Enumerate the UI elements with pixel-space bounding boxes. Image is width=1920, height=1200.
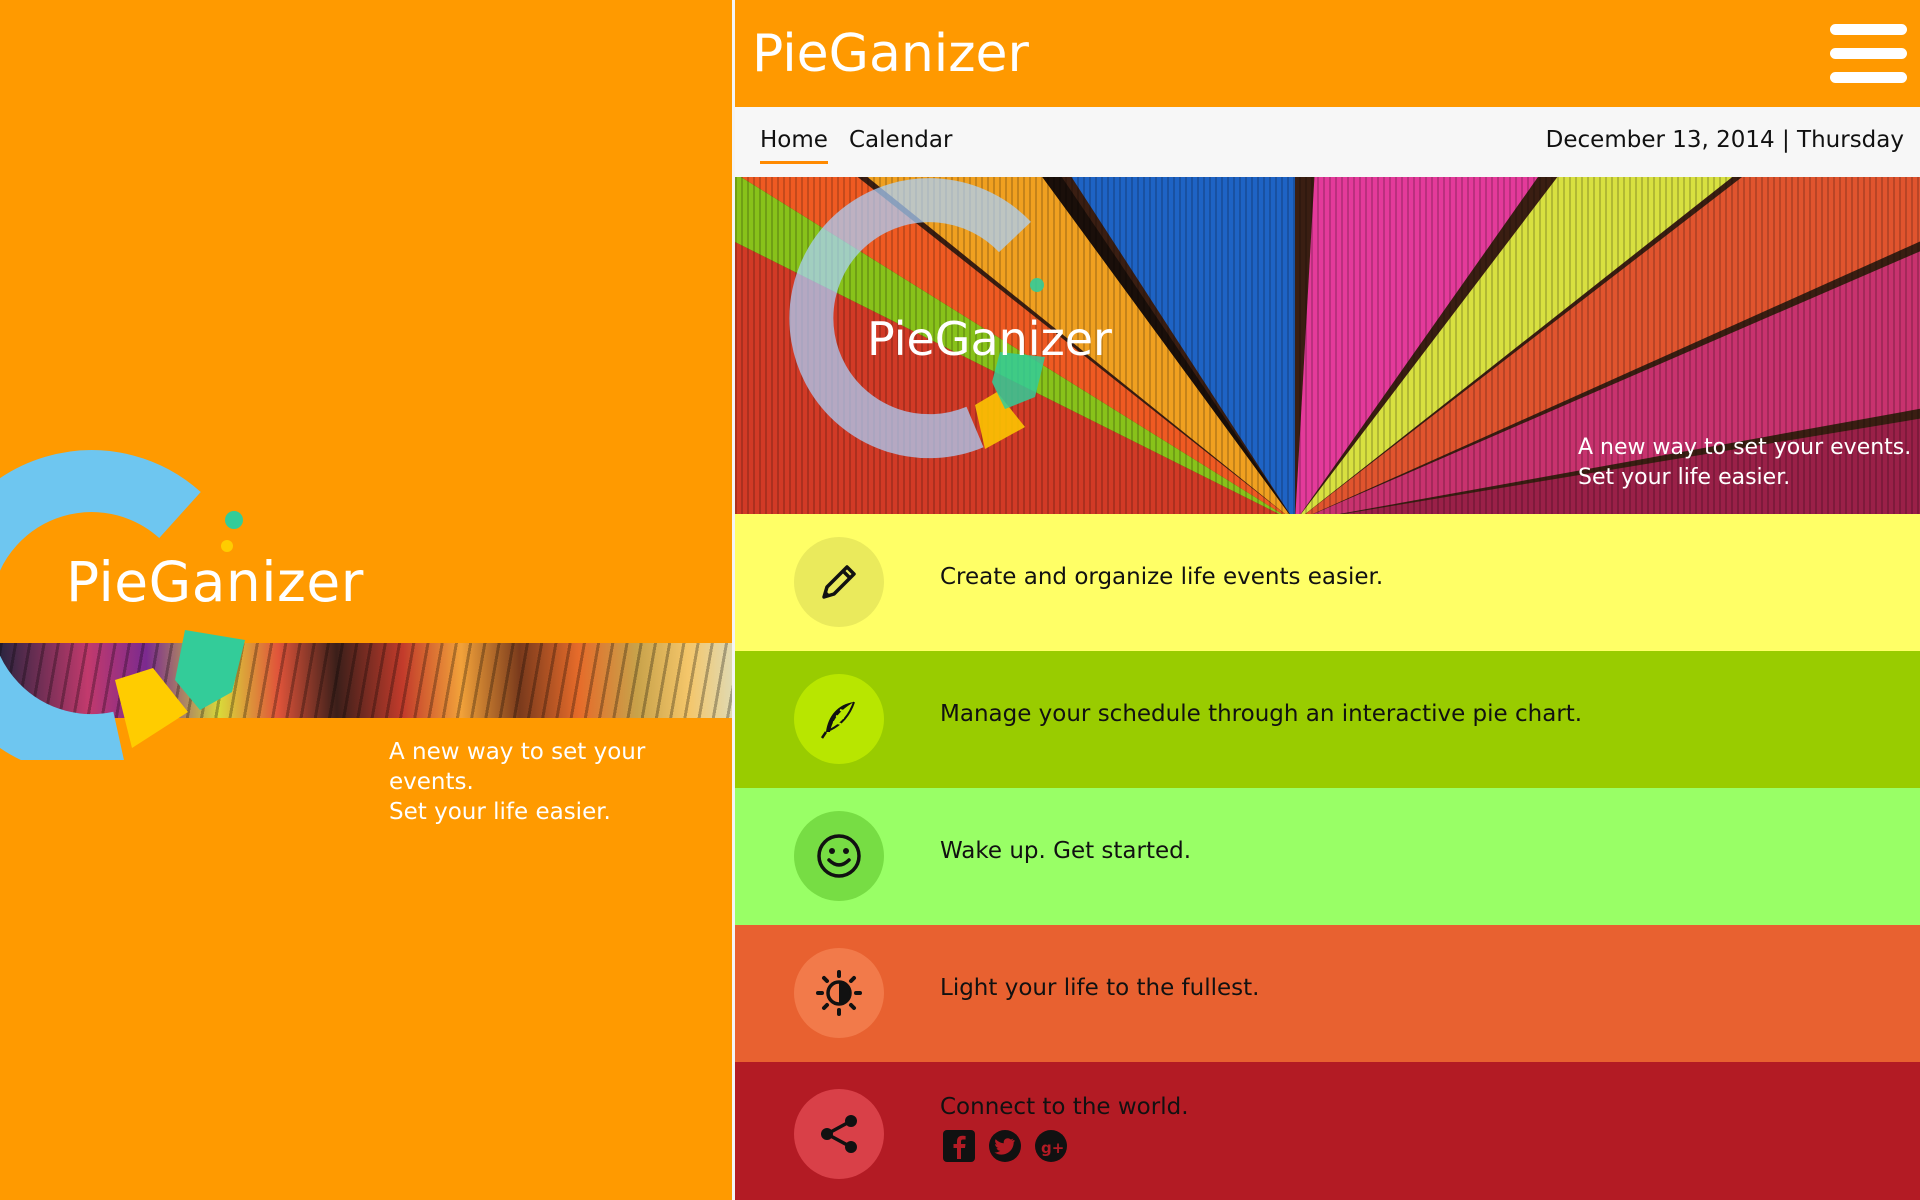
- splash-tagline-line2: Set your life easier.: [389, 799, 611, 825]
- hero-banner: PieGanizer A new way to set your events.…: [735, 177, 1920, 514]
- share-icon: [794, 1089, 884, 1179]
- social-links: g+: [942, 1129, 1068, 1163]
- facebook-icon[interactable]: [942, 1129, 976, 1163]
- splash-tagline-line1: A new way to set your events.: [389, 739, 646, 795]
- feature-text: Create and organize life events easier.: [940, 564, 1384, 590]
- splash-tagline: A new way to set your events. Set your l…: [389, 737, 732, 827]
- feature-row-create[interactable]: Create and organize life events easier.: [735, 514, 1920, 651]
- hamburger-menu-icon[interactable]: [1830, 24, 1907, 84]
- hero-tagline-line2: Set your life easier.: [1578, 465, 1791, 490]
- feather-icon: [794, 674, 884, 764]
- hero-title: PieGanizer: [867, 312, 1112, 366]
- feature-text: Manage your schedule through an interact…: [940, 701, 1583, 727]
- hero-tagline: A new way to set your events. Set your l…: [1578, 433, 1911, 493]
- nav-bar: Home Calendar December 13, 2014 | Thursd…: [735, 107, 1920, 177]
- google-plus-icon[interactable]: g+: [1034, 1129, 1068, 1163]
- tab-home[interactable]: Home: [760, 127, 828, 164]
- feature-row-light[interactable]: Light your life to the fullest.: [735, 925, 1920, 1062]
- pencil-icon: [794, 537, 884, 627]
- current-date: December 13, 2014 | Thursday: [1545, 127, 1904, 153]
- app-header: PieGanizer: [735, 0, 1920, 107]
- feature-row-wake[interactable]: Wake up. Get started.: [735, 788, 1920, 925]
- twitter-icon[interactable]: [988, 1129, 1022, 1163]
- tab-calendar[interactable]: Calendar: [849, 127, 952, 161]
- svg-text:g+: g+: [1041, 1139, 1064, 1157]
- splash-screen: PieGanizer A new way to set your events.…: [0, 0, 732, 1200]
- app-title: PieGanizer: [752, 24, 1029, 84]
- feature-text: Wake up. Get started.: [940, 838, 1192, 864]
- brightness-icon: [794, 948, 884, 1038]
- hero-tagline-line1: A new way to set your events.: [1578, 435, 1912, 460]
- feature-row-manage[interactable]: Manage your schedule through an interact…: [735, 651, 1920, 788]
- feature-text: Light your life to the fullest.: [940, 975, 1260, 1001]
- splash-title: PieGanizer: [66, 550, 364, 614]
- smiley-icon: [794, 811, 884, 901]
- feature-text: Connect to the world.: [940, 1094, 1189, 1120]
- feature-row-connect[interactable]: Connect to the world. g+: [735, 1062, 1920, 1200]
- app-screen: PieGanizer Home Calendar December 13, 20…: [735, 0, 1920, 1200]
